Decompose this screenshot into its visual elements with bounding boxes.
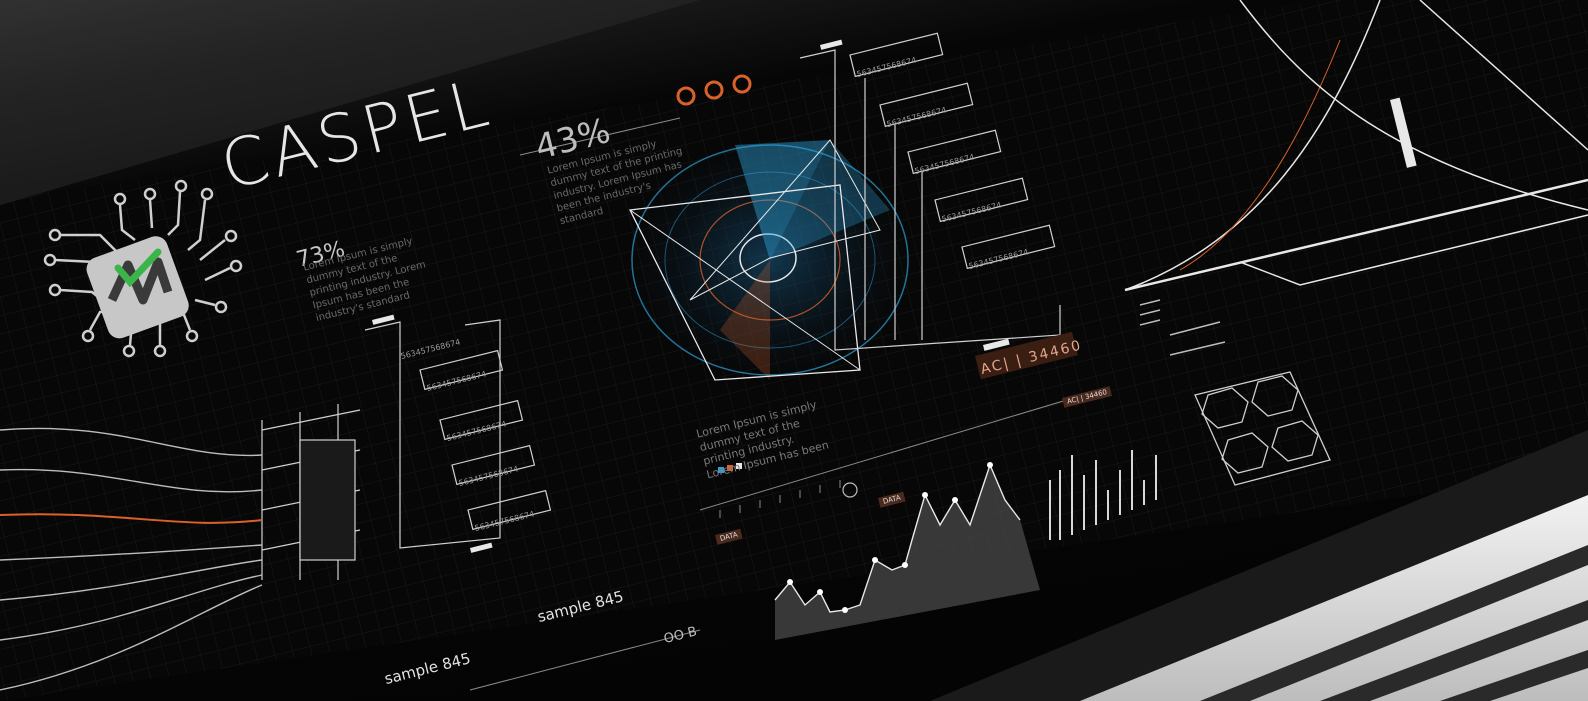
hud-scene: CASPEL 43% 73% Lorem Ipsum is simply dum… [0, 0, 1588, 701]
hud-screen [0, 0, 1588, 701]
